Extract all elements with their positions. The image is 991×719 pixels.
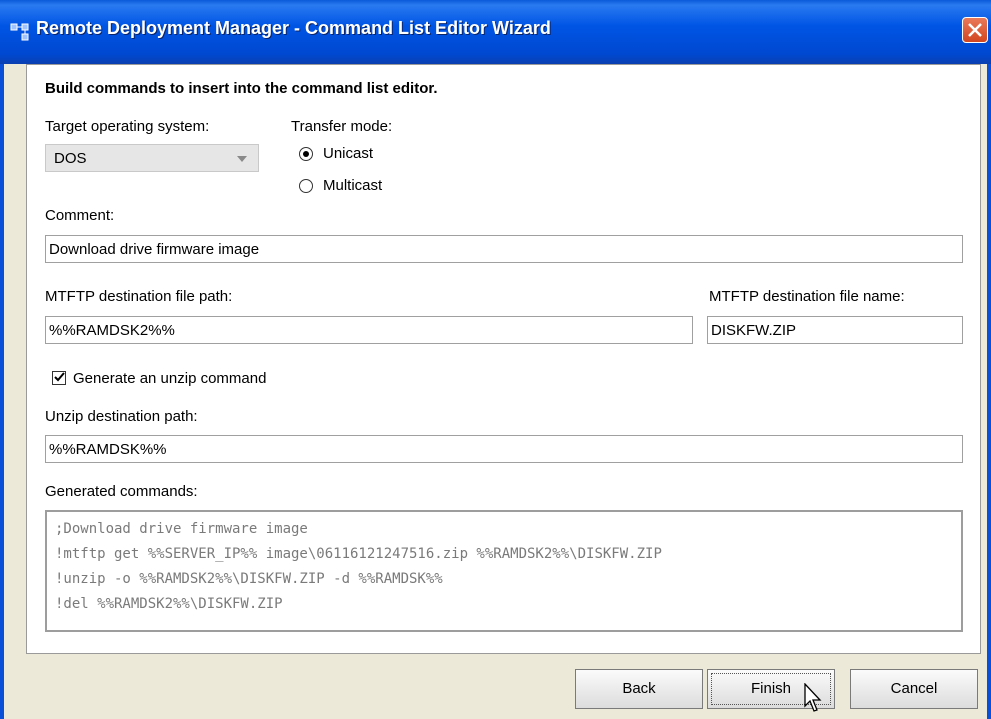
instruction-heading: Build commands to insert into the comman… (45, 80, 438, 97)
unicast-radio[interactable] (299, 147, 313, 161)
command-line: !unzip -o %%RAMDSK2%%\DISKFW.ZIP -d %%RA… (55, 571, 443, 587)
cancel-button[interactable]: Cancel (850, 669, 978, 709)
generated-commands-box[interactable]: ;Download drive firmware image !mtftp ge… (45, 510, 963, 632)
command-line: !mtftp get %%SERVER_IP%% image\061161212… (55, 546, 662, 562)
mtftp-name-input[interactable] (707, 316, 963, 344)
comment-input[interactable] (45, 235, 963, 263)
command-line: !del %%RAMDSK2%%\DISKFW.ZIP (55, 596, 283, 612)
window-border-left (0, 64, 4, 719)
app-icon (10, 23, 29, 41)
radio-selected-dot (303, 151, 309, 157)
mtftp-path-label: MTFTP destination file path: (45, 288, 233, 305)
generated-commands-label: Generated commands: (45, 483, 198, 500)
chevron-down-icon (237, 156, 247, 162)
multicast-label[interactable]: Multicast (323, 177, 382, 194)
target-os-select[interactable]: DOS (45, 144, 259, 172)
close-icon (968, 23, 982, 37)
command-line: ;Download drive firmware image (55, 521, 308, 537)
mtftp-path-input[interactable] (45, 316, 693, 344)
generate-unzip-label[interactable]: Generate an unzip command (73, 370, 266, 387)
checkmark-icon (54, 372, 65, 382)
mtftp-name-label: MTFTP destination file name: (709, 288, 905, 305)
multicast-radio[interactable] (299, 179, 313, 193)
back-button[interactable]: Back (575, 669, 703, 709)
transfer-mode-label: Transfer mode: (291, 118, 393, 135)
window-border-right (987, 64, 991, 719)
comment-label: Comment: (45, 207, 115, 224)
mouse-cursor-icon (804, 683, 822, 712)
window-title: Remote Deployment Manager - Command List… (36, 18, 551, 38)
target-os-value: DOS (54, 150, 87, 167)
target-os-label: Target operating system: (45, 118, 210, 135)
unzip-path-label: Unzip destination path: (45, 408, 198, 425)
unzip-path-input[interactable] (45, 435, 963, 463)
generate-unzip-checkbox[interactable] (52, 371, 66, 385)
title-bar[interactable]: Remote Deployment Manager - Command List… (0, 0, 991, 64)
unicast-label[interactable]: Unicast (323, 145, 373, 162)
close-button[interactable] (962, 17, 988, 43)
